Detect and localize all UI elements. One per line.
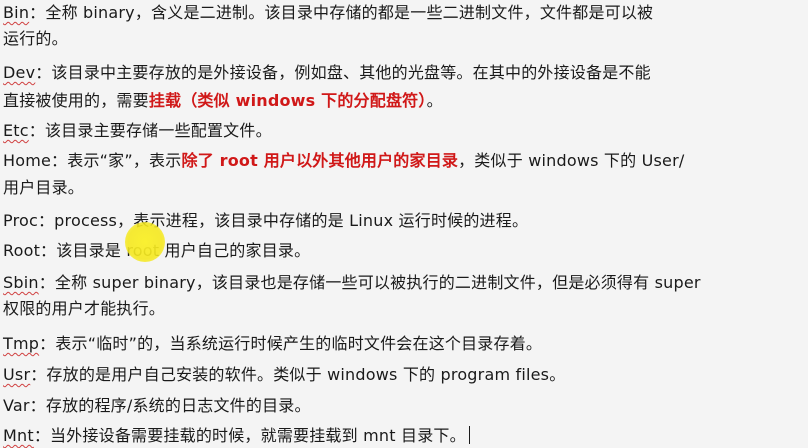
line-tmp: Tmp：表示“临时”的，当系统运行时候产生的临时文件会在这个目录存着。 — [3, 334, 543, 353]
term-etc: Etc — [3, 121, 29, 140]
line-sbin-cont: 权限的用户才能执行。 — [3, 299, 166, 318]
term-sbin: Sbin — [3, 273, 39, 292]
line-var: Var：存放的程序/系统的日志文件的目录。 — [3, 396, 311, 415]
document-page: Bin：全称 binary，含义是二进制。该目录中存储的都是一些二进制文件，文件… — [0, 0, 808, 448]
term-tmp: Tmp — [3, 334, 40, 353]
text-cursor[interactable] — [468, 426, 470, 444]
line-dev-cont: 直接被使用的，需要挂载（类似 windows 下的分配盘符）。 — [3, 91, 443, 110]
line-sbin: Sbin：全称 super binary，该目录也是存储一些可以被执行的二进制文… — [3, 273, 701, 292]
line-dev: Dev：该目录中主要存放的是外接设备，例如盘、其他的光盘等。在其中的外接设备是不… — [3, 63, 651, 82]
term-mnt: Mnt — [3, 426, 34, 445]
line-etc: Etc：该目录主要存储一些配置文件。 — [3, 121, 272, 140]
highlight-mount: 挂载（类似 windows 下的分配盘符） — [148, 91, 427, 110]
line-bin: Bin：全称 binary，含义是二进制。该目录中存储的都是一些二进制文件，文件… — [3, 3, 654, 22]
mouse-pointer-highlight — [125, 222, 165, 262]
line-usr: Usr：存放的是用户自己安装的软件。类似于 windows 下的 program… — [3, 365, 566, 384]
term-dev: Dev — [3, 63, 36, 82]
term-bin: Bin — [3, 3, 30, 22]
line-mnt: Mnt：当外接设备需要挂载的时候，就需要挂载到 mnt 目录下。 — [3, 425, 470, 447]
term-usr: Usr — [3, 365, 31, 384]
highlight-home: 除了 root 用户以外其他用户的家目录 — [181, 151, 459, 170]
line-proc: Proc：process，表示进程，该目录中存储的是 Linux 运行时候的进程… — [3, 211, 529, 230]
line-home-cont: 用户目录。 — [3, 178, 85, 197]
line-bin-cont: 运行的。 — [3, 29, 68, 48]
line-home: Home：表示“家”，表示除了 root 用户以外其他用户的家目录，类似于 wi… — [3, 151, 685, 170]
